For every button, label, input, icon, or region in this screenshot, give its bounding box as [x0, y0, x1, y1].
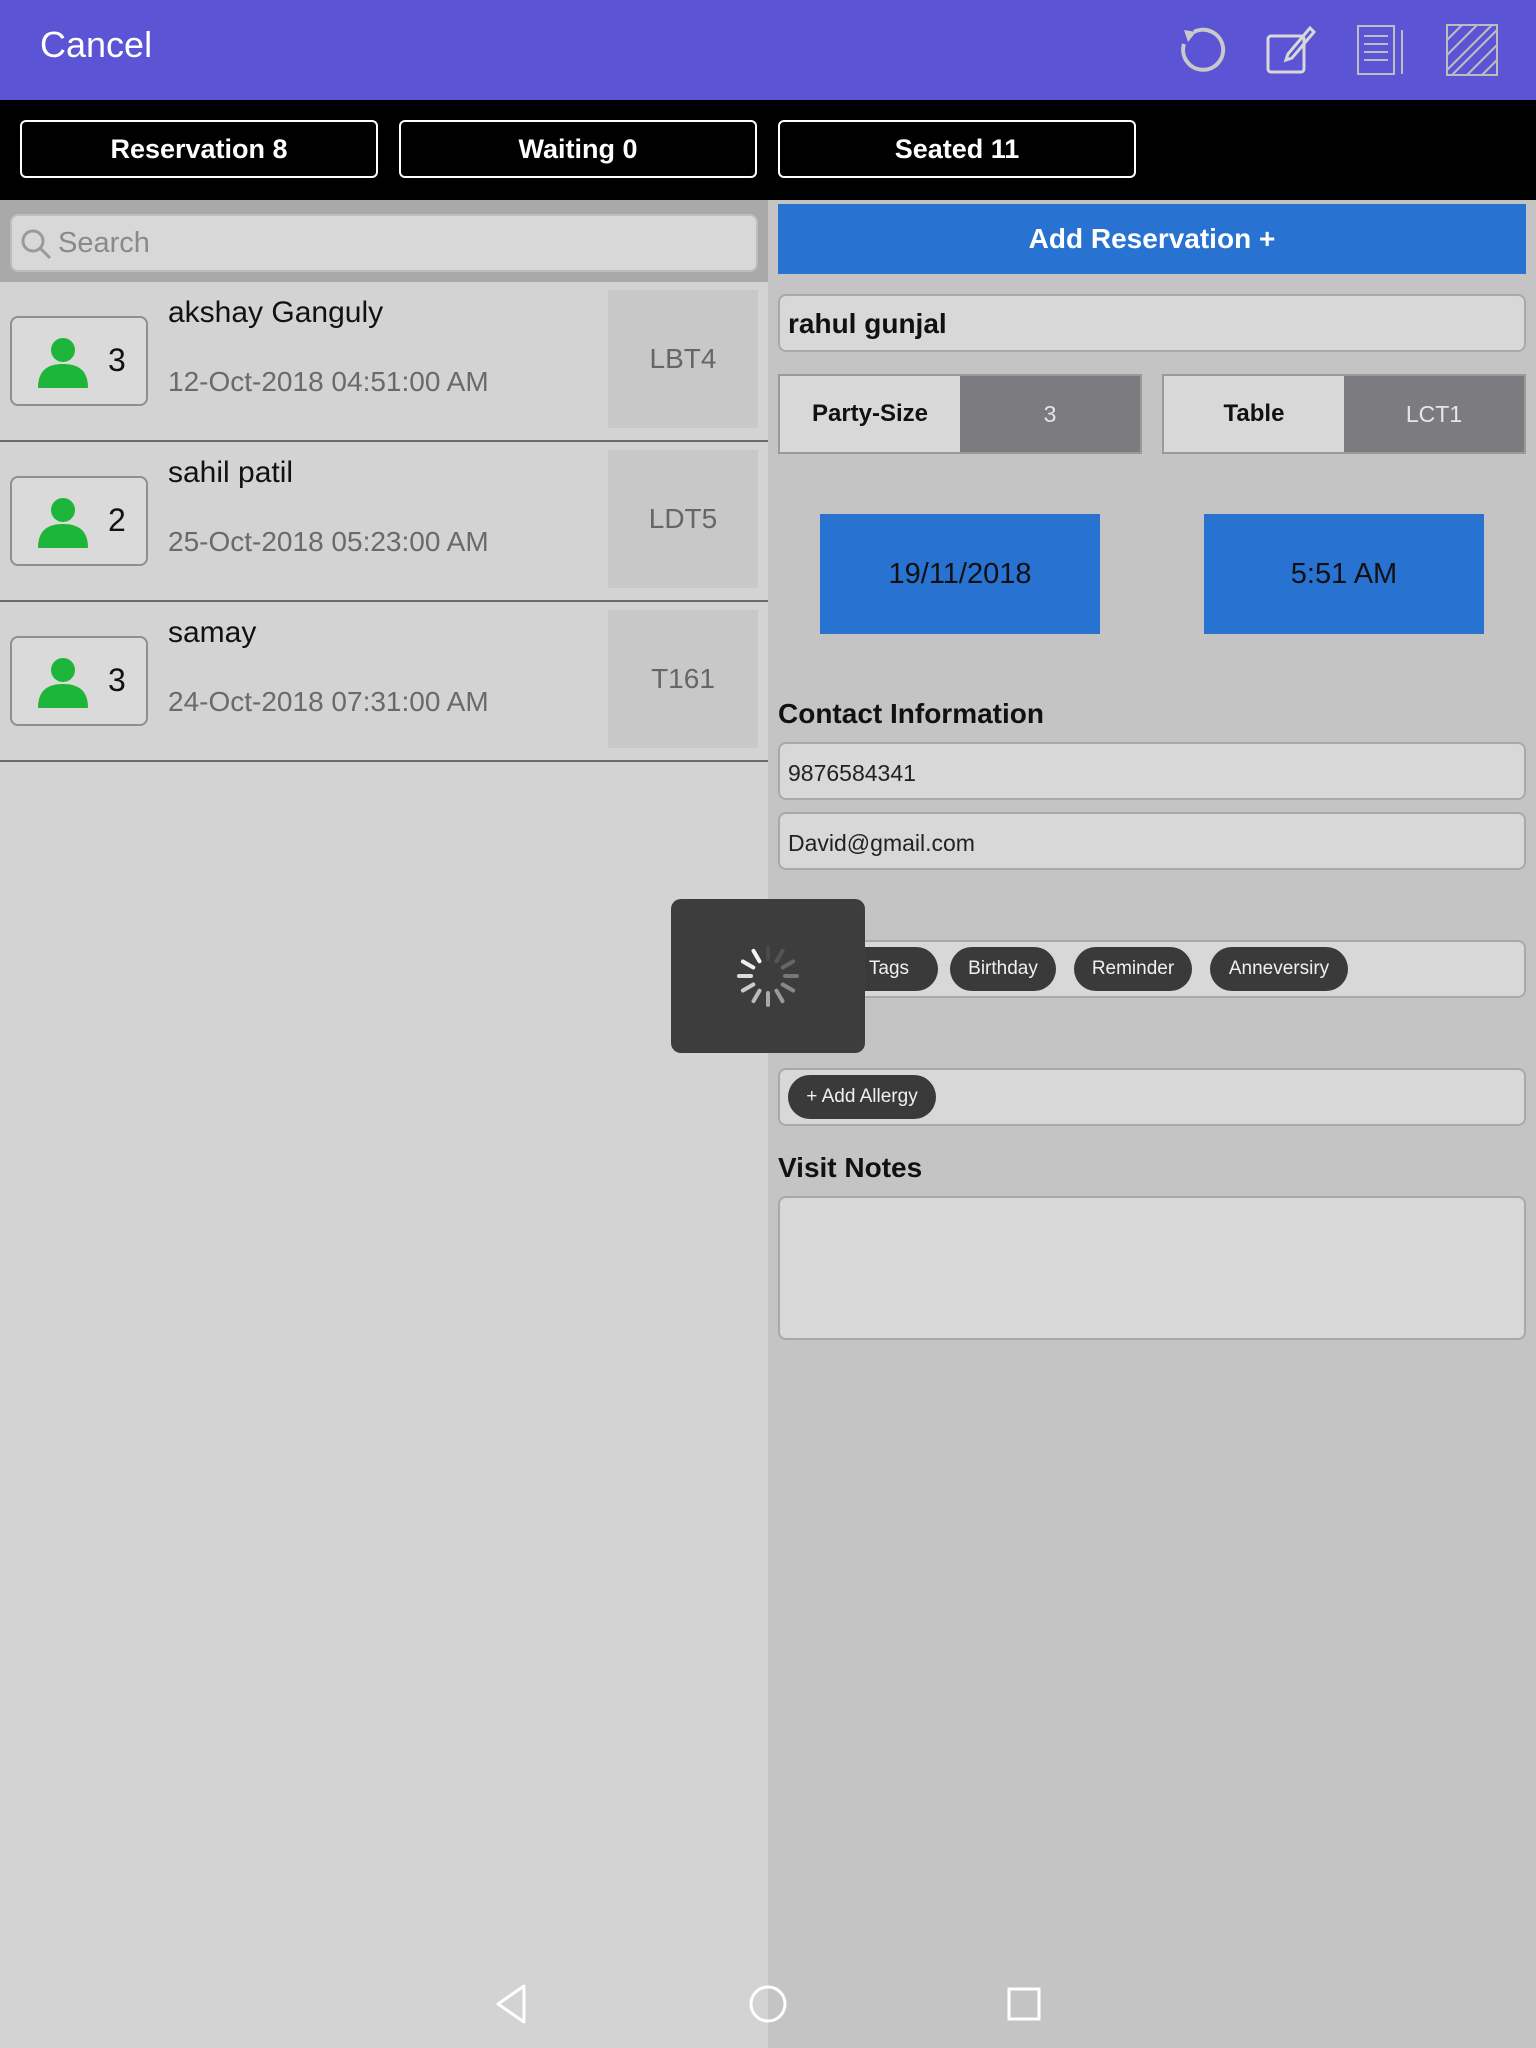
- reservation-row[interactable]: 2 sahil patil 25-Oct-2018 05:23:00 AM LD…: [0, 442, 768, 602]
- guest-name: samay: [168, 616, 257, 649]
- party-size-selector: Party-Size 3: [778, 374, 1142, 454]
- system-nav-bar: [0, 1960, 1536, 2048]
- guest-name: sahil patil: [168, 456, 294, 489]
- reservation-datetime: 12-Oct-2018 04:51:00 AM: [168, 366, 489, 397]
- tab-seated[interactable]: Seated 11: [778, 120, 1136, 178]
- spinner-icon: [737, 945, 799, 1007]
- home-icon[interactable]: [744, 1980, 792, 2028]
- floor-plan-icon[interactable]: [1444, 22, 1500, 78]
- table-value[interactable]: LCT1: [1344, 376, 1524, 452]
- visit-notes-field[interactable]: [778, 1196, 1526, 1340]
- search-bar: [0, 200, 768, 282]
- cancel-button[interactable]: Cancel: [40, 24, 152, 66]
- search-input[interactable]: [58, 216, 748, 270]
- email-field[interactable]: David@gmail.com: [778, 812, 1526, 870]
- loading-dialog: [671, 899, 865, 1053]
- table-badge: T161: [608, 610, 758, 748]
- refresh-icon[interactable]: [1172, 22, 1228, 78]
- date-picker-button[interactable]: 19/11/2018: [820, 514, 1100, 634]
- guest-name-field[interactable]: rahul gunjal: [778, 294, 1526, 352]
- contact-info-heading: Contact Information: [778, 698, 1044, 729]
- edit-icon[interactable]: [1262, 22, 1318, 78]
- add-allergy-button[interactable]: + Add Allergy: [788, 1075, 936, 1119]
- allergy-field: + Add Allergy: [778, 1068, 1526, 1126]
- person-icon: [38, 338, 88, 388]
- table-label: Table: [1164, 376, 1344, 452]
- party-count: 3: [108, 342, 126, 378]
- reservation-datetime: 24-Oct-2018 07:31:00 AM: [168, 686, 489, 717]
- reservation-row[interactable]: 3 akshay Ganguly 12-Oct-2018 04:51:00 AM…: [0, 282, 768, 442]
- party-count: 3: [108, 662, 126, 698]
- party-count: 2: [108, 502, 126, 538]
- visit-notes-heading: Visit Notes: [778, 1152, 923, 1183]
- tag-chip[interactable]: Birthday: [950, 947, 1056, 991]
- table-selector: Table LCT1: [1162, 374, 1526, 454]
- tab-waiting[interactable]: Waiting 0: [399, 120, 757, 178]
- party-size-label: Party-Size: [780, 376, 960, 452]
- tab-reservation[interactable]: Reservation 8: [20, 120, 378, 178]
- reservation-row[interactable]: 3 samay 24-Oct-2018 07:31:00 AM T161: [0, 602, 768, 762]
- reservation-list-panel: 3 akshay Ganguly 12-Oct-2018 04:51:00 AM…: [0, 200, 768, 2048]
- phone-field[interactable]: 9876584341: [778, 742, 1526, 800]
- table-badge: LDT5: [608, 450, 758, 588]
- tag-chip[interactable]: Reminder: [1074, 947, 1192, 991]
- search-icon: [21, 229, 52, 260]
- person-icon: [38, 498, 88, 548]
- status-tab-bar: Reservation 8 Waiting 0 Seated 11: [0, 100, 1536, 200]
- recents-icon[interactable]: [1000, 1980, 1048, 2028]
- reservation-form-panel: Add Reservation + rahul gunjal Party-Siz…: [768, 200, 1536, 2048]
- party-count-badge: 2: [10, 476, 148, 566]
- back-icon[interactable]: [488, 1980, 536, 2028]
- guest-name: akshay Ganguly: [168, 296, 384, 329]
- app-bar: Cancel: [0, 0, 1536, 100]
- party-count-badge: 3: [10, 316, 148, 406]
- party-count-badge: 3: [10, 636, 148, 726]
- time-picker-button[interactable]: 5:51 AM: [1204, 514, 1484, 634]
- notes-icon[interactable]: [1352, 22, 1408, 78]
- tag-chip[interactable]: Anneversiry: [1210, 947, 1348, 991]
- reservation-datetime: 25-Oct-2018 05:23:00 AM: [168, 526, 489, 557]
- search-box: [10, 214, 758, 272]
- party-size-value[interactable]: 3: [960, 376, 1140, 452]
- add-reservation-button[interactable]: Add Reservation +: [778, 204, 1526, 274]
- table-badge: LBT4: [608, 290, 758, 428]
- person-icon: [38, 658, 88, 708]
- tags-field: Tags Birthday Reminder Anneversiry: [778, 940, 1526, 998]
